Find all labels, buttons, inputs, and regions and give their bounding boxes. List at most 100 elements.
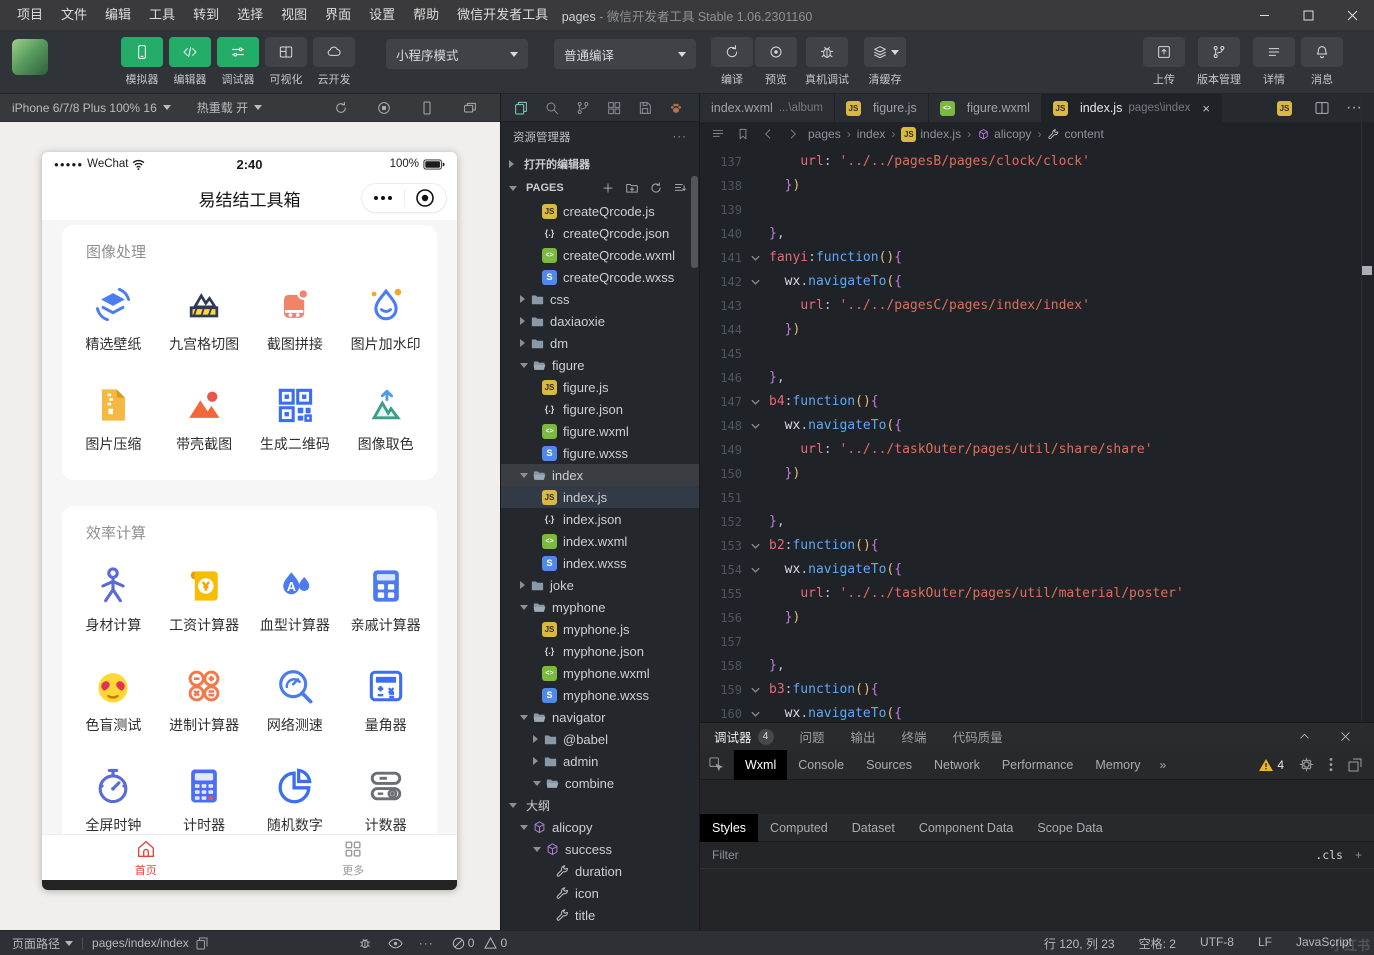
tree-item-@babel[interactable]: @babel (501, 728, 699, 750)
collapse-panel-icon[interactable] (1298, 730, 1311, 743)
more-actions-icon[interactable]: ··· (673, 131, 688, 143)
tool-item-随机数字[interactable]: 随机数字 (250, 749, 341, 834)
menu-item-4[interactable]: 转到 (184, 0, 228, 30)
toolbar-button-编辑器[interactable]: 编辑器 (166, 37, 214, 93)
split-editor-icon[interactable] (1314, 100, 1330, 116)
statusbar-segment-4[interactable]: JavaScript (1296, 935, 1352, 952)
breadcrumb-item-content[interactable]: content (1047, 127, 1103, 141)
save-icon[interactable] (629, 94, 660, 122)
tree-item-createQrcode.wxss[interactable]: ScreateQrcode.wxss (501, 266, 699, 288)
close-tab-icon[interactable]: × (1202, 101, 1210, 116)
filter-input[interactable]: Filter (712, 848, 739, 862)
menu-item-3[interactable]: 工具 (140, 0, 184, 30)
tree-item-navigator[interactable]: navigator (501, 706, 699, 728)
tree-item-duration[interactable]: duration (501, 860, 699, 882)
collapse-icon[interactable] (673, 181, 687, 195)
new-file-icon[interactable] (601, 181, 615, 195)
user-avatar[interactable] (12, 39, 48, 75)
editor-scrollbar[interactable] (1362, 266, 1372, 275)
close-panel-icon[interactable] (1339, 730, 1352, 743)
tree-item-index[interactable]: index (501, 464, 699, 486)
breadcrumb-item-pages[interactable]: pages (808, 127, 841, 141)
tool-item-计数器[interactable]: 计数器 (340, 749, 431, 834)
debug-status-icon[interactable] (358, 936, 372, 950)
fold-chevron-icon[interactable] (742, 414, 769, 438)
preview-status-icon[interactable] (388, 938, 403, 949)
pages-section[interactable]: PAGES (501, 176, 699, 200)
fold-chevron-icon[interactable] (742, 534, 769, 558)
tree-item-joke[interactable]: joke (501, 574, 699, 596)
toolbar-button-模拟器[interactable]: 模拟器 (118, 37, 166, 93)
explorer-scrollbar[interactable] (691, 176, 698, 268)
debugger-tab-调试器[interactable]: 调试器4 (714, 727, 774, 746)
tool-item-图片压缩[interactable]: 图片压缩 (68, 368, 159, 468)
toolbar-button-版本管理[interactable]: 版本管理 (1188, 37, 1250, 93)
tool-item-色盲测试[interactable]: 色盲测试 (68, 649, 159, 749)
fold-chevron-icon[interactable] (742, 702, 769, 722)
fold-chevron-icon[interactable] (742, 246, 769, 270)
cls-toggle[interactable]: .cls (1315, 848, 1343, 862)
tree-item-figure.wxml[interactable]: <>figure.wxml (501, 420, 699, 442)
refresh-small-icon[interactable] (649, 181, 663, 195)
fold-chevron-icon[interactable] (742, 558, 769, 582)
warning-counter[interactable]: 4 (1259, 758, 1284, 772)
devtools-tab-Console[interactable]: Console (787, 750, 855, 780)
toolbar-button-消息[interactable]: 消息 (1298, 37, 1346, 93)
arrow-left-icon[interactable] (761, 127, 775, 141)
debugger-tab-问题[interactable]: 问题 (800, 727, 825, 746)
tree-item-figure.json[interactable]: {.}figure.json (501, 398, 699, 420)
statusbar-segment-0[interactable]: 行 120, 列 23 (1044, 935, 1115, 952)
tree-item-icon[interactable]: icon (501, 882, 699, 904)
devtools-tab-Sources[interactable]: Sources (855, 750, 923, 780)
toolbar-button-上传[interactable]: 上传 (1140, 37, 1188, 93)
tree-item-index.js[interactable]: JSindex.js (501, 486, 699, 508)
warning-counter-status[interactable]: 0 (484, 936, 507, 950)
toolbar-button-云开发[interactable]: 云开发 (310, 37, 358, 93)
menu-item-10[interactable]: 微信开发者工具 (448, 0, 557, 30)
tree-item-myphone.json[interactable]: {.}myphone.json (501, 640, 699, 662)
restart-icon[interactable] (333, 100, 349, 116)
toolbar-button-调试器[interactable]: 调试器 (214, 37, 262, 93)
devtools-tab-Network[interactable]: Network (923, 750, 991, 780)
close-icon[interactable] (1330, 0, 1374, 30)
tree-item-myphone.wxss[interactable]: Smyphone.wxss (501, 684, 699, 706)
wxml-tree-pane[interactable] (700, 780, 1374, 814)
tree-item-myphone.js[interactable]: JSmyphone.js (501, 618, 699, 640)
debugger-tab-终端[interactable]: 终端 (902, 727, 927, 746)
fold-chevron-icon[interactable] (742, 270, 769, 294)
tool-item-九宫格切图[interactable]: 九宫格切图 (159, 268, 250, 368)
arrow-right-icon[interactable] (786, 127, 800, 141)
hot-reload-toggle[interactable]: 热重载 开 (197, 99, 248, 116)
menu-item-2[interactable]: 编辑 (96, 0, 140, 30)
menu-item-1[interactable]: 文件 (52, 0, 96, 30)
tool-item-量角器[interactable]: 量角器 (340, 649, 431, 749)
tool-item-身材计算[interactable]: 身材计算 (68, 549, 159, 649)
devtools-tab-Wxml[interactable]: Wxml (734, 750, 787, 780)
popout-icon[interactable] (1348, 758, 1362, 772)
toolbar-button-详情[interactable]: 详情 (1250, 37, 1298, 93)
minimize-icon[interactable] (1242, 0, 1286, 30)
tool-item-图片加水印[interactable]: 图片加水印 (340, 268, 431, 368)
paw-icon[interactable] (660, 94, 691, 122)
statusbar-segment-1[interactable]: 空格: 2 (1139, 935, 1176, 952)
tree-item-alicopy[interactable]: alicopy (501, 816, 699, 838)
bookmark-icon[interactable] (736, 127, 750, 141)
tree-item-figure.wxss[interactable]: Sfigure.wxss (501, 442, 699, 464)
tool-item-血型计算器[interactable]: A血型计算器 (250, 549, 341, 649)
page-path-select[interactable]: 页面路径 (12, 935, 60, 952)
device-select[interactable]: iPhone 6/7/8 Plus 100% 16 (12, 101, 157, 115)
tool-item-生成二维码[interactable]: 生成二维码 (250, 368, 341, 468)
toolbar-button-编译[interactable]: 编译 (710, 37, 754, 93)
inspect-icon[interactable] (700, 750, 734, 780)
styles-tab-Scope Data[interactable]: Scope Data (1025, 814, 1114, 842)
devtools-tab-Memory[interactable]: Memory (1084, 750, 1151, 780)
multi-window-icon[interactable] (462, 100, 478, 116)
tree-item-index.wxml[interactable]: <>index.wxml (501, 530, 699, 552)
compile-select[interactable]: 普通编译 (554, 39, 696, 69)
tool-item-亲戚计算器[interactable]: 亲戚计算器 (340, 549, 431, 649)
maximize-icon[interactable] (1286, 0, 1330, 30)
breadcrumb-item-index.js[interactable]: JSindex.js (901, 127, 961, 142)
tool-item-图像取色[interactable]: 图像取色 (340, 368, 431, 468)
menu-item-9[interactable]: 帮助 (404, 0, 448, 30)
tabbar-item-更多[interactable]: 更多 (250, 835, 458, 880)
